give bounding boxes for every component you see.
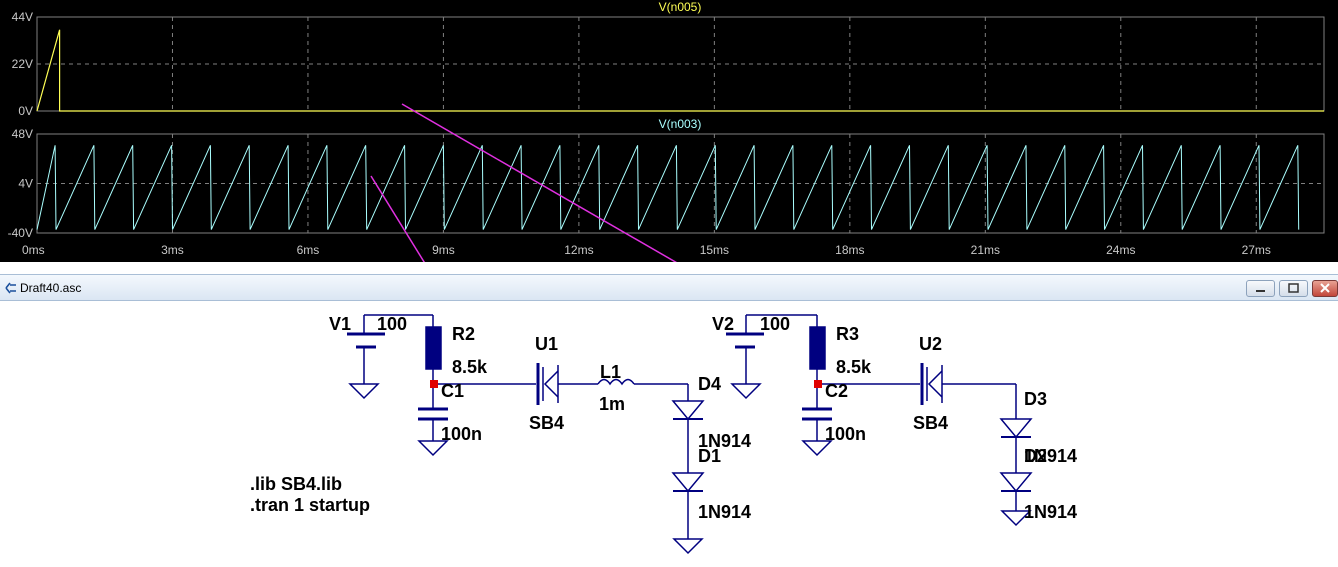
schematic-titlebar[interactable]: Draft40.asc	[0, 274, 1338, 301]
x-tick-label: 12ms	[564, 243, 593, 257]
u2-name[interactable]: U2	[919, 334, 942, 354]
x-tick-label: 18ms	[835, 243, 864, 257]
minimize-button[interactable]	[1246, 280, 1275, 297]
probe-line-top-ext	[496, 158, 678, 262]
probe-line-top	[401, 103, 498, 160]
y-tick-label: 0V	[18, 104, 33, 118]
d1-name[interactable]: D1	[698, 446, 721, 466]
r3-value[interactable]: 8.5k	[836, 357, 872, 377]
y-tick-label: 4V	[18, 177, 33, 191]
restore-button[interactable]	[1279, 280, 1308, 297]
x-tick-label: 6ms	[297, 243, 320, 257]
c2-name[interactable]: C2	[825, 381, 848, 401]
r2-value[interactable]: 8.5k	[452, 357, 488, 377]
u1-value[interactable]: SB4	[529, 413, 564, 433]
u2-value[interactable]: SB4	[913, 413, 948, 433]
restore-icon	[1288, 283, 1299, 293]
schematic-editor[interactable]: V1 100 R2 8.5k C1 100n U1 SB4 L1 1m D4 1…	[0, 301, 1338, 567]
trace-title-v-n005[interactable]: V(n005)	[659, 0, 702, 14]
v2-name[interactable]: V2	[712, 314, 734, 334]
d2-value[interactable]: 1N914	[1024, 502, 1077, 522]
y-tick-label: 22V	[12, 57, 33, 71]
y-tick-label: 44V	[12, 10, 33, 24]
ltspice-app-icon[interactable]	[4, 281, 18, 295]
l1-value[interactable]: 1m	[599, 394, 625, 414]
r2-name[interactable]: R2	[452, 324, 475, 344]
v2-value[interactable]: 100	[760, 314, 790, 334]
x-tick-label: 24ms	[1106, 243, 1135, 257]
close-button[interactable]	[1312, 280, 1338, 297]
d1-value[interactable]: 1N914	[698, 502, 751, 522]
schematic-canvas[interactable]: V1 100 R2 8.5k C1 100n U1 SB4 L1 1m D4 1…	[0, 301, 1338, 567]
x-tick-label: 21ms	[971, 243, 1000, 257]
u1-name[interactable]: U1	[535, 334, 558, 354]
y-tick-label: 48V	[12, 127, 33, 141]
waveform-plot-canvas[interactable]: 44V 22V 0V 48V 4V -40V 0ms 3ms 6ms 9ms 12ms 15ms 18m…	[0, 0, 1338, 262]
c1-value[interactable]: 100n	[441, 424, 482, 444]
l1-name[interactable]: L1	[600, 362, 621, 382]
x-tick-label: 0ms	[22, 243, 45, 257]
trace-title-v-n003[interactable]: V(n003)	[659, 117, 702, 131]
x-tick-label: 15ms	[700, 243, 729, 257]
trace-v-n005	[36, 29, 1324, 112]
d3-name[interactable]: D3	[1024, 389, 1047, 409]
d2-name[interactable]: D2	[1024, 446, 1047, 466]
r3-name[interactable]: R3	[836, 324, 859, 344]
probe-node-c1[interactable]	[430, 380, 438, 388]
pane-separator[interactable]	[0, 262, 1338, 274]
d4-name[interactable]: D4	[698, 374, 721, 394]
probe-node-c2[interactable]	[814, 380, 822, 388]
spice-directive-lib[interactable]: .lib SB4.lib	[250, 474, 342, 494]
window-title: Draft40.asc	[20, 281, 82, 295]
c2-value[interactable]: 100n	[825, 424, 866, 444]
trace-v-n003	[36, 145, 1300, 230]
x-tick-label: 3ms	[161, 243, 184, 257]
x-tick-label: 9ms	[432, 243, 455, 257]
waveform-plot[interactable]: 44V 22V 0V 48V 4V -40V 0ms 3ms 6ms 9ms 12ms 15ms 18m…	[0, 0, 1338, 262]
y-tick-label: -40V	[8, 226, 33, 240]
c1-name[interactable]: C1	[441, 381, 464, 401]
v1-name[interactable]: V1	[329, 314, 351, 334]
spice-directive-tran[interactable]: .tran 1 startup	[250, 495, 370, 515]
close-icon	[1320, 283, 1330, 293]
minimize-icon	[1256, 290, 1265, 292]
v1-value[interactable]: 100	[377, 314, 407, 334]
x-tick-label: 27ms	[1242, 243, 1271, 257]
